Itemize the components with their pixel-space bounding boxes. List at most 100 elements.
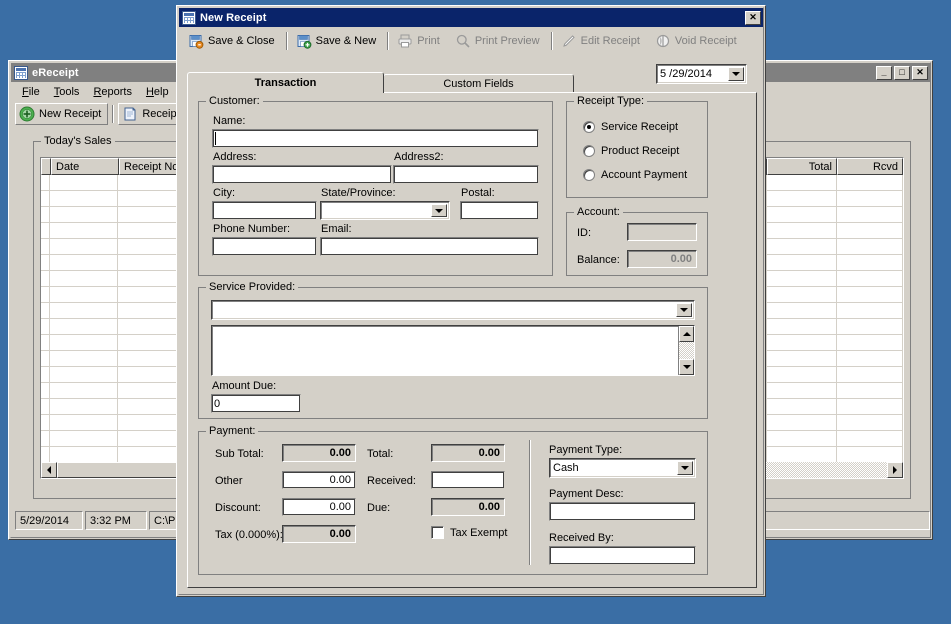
customer-group: Customer: Name: Address: Address2: City:… (198, 95, 553, 276)
menu-tools[interactable]: Tools (47, 84, 87, 100)
text-caret (215, 132, 216, 145)
phone-label: Phone Number: (213, 223, 291, 235)
tab-transaction[interactable]: Transaction (187, 72, 384, 93)
save-new-button[interactable]: Save & New (292, 30, 384, 52)
menu-help[interactable]: Help (139, 84, 176, 100)
grid-col-corner (41, 158, 51, 175)
payment-type-select[interactable]: Cash (549, 458, 696, 478)
grid-icon (14, 65, 28, 80)
new-receipt-dialog[interactable]: New Receipt ✕ Save & Close Save & New Pr… (176, 5, 766, 597)
radio-service-receipt[interactable]: Service Receipt (583, 121, 678, 133)
scroll-right-button[interactable] (887, 462, 903, 478)
address-input[interactable] (212, 165, 392, 184)
account-group: Account: ID: Balance: 0.00 (566, 206, 708, 276)
customer-group-title: Customer: (206, 95, 263, 107)
tab-custom-fields[interactable]: Custom Fields (383, 74, 574, 93)
radio-account-payment-label: Account Payment (601, 169, 688, 181)
city-input[interactable] (212, 201, 317, 220)
tax-value-box: 0.00 (282, 525, 356, 543)
other-label: Other (215, 475, 243, 487)
due-value: 0.00 (478, 501, 500, 513)
green-plus-circle-icon (19, 106, 35, 122)
chevron-down-icon[interactable] (677, 461, 693, 475)
status-date: 5/29/2014 (15, 511, 83, 530)
tax-exempt-checkbox-row[interactable]: Tax Exempt (431, 526, 507, 539)
radio-product-receipt[interactable]: Product Receipt (583, 145, 679, 157)
scroll-down-button[interactable] (679, 359, 694, 375)
radio-product-receipt-label: Product Receipt (601, 145, 680, 157)
discount-input[interactable]: 0.00 (282, 498, 356, 516)
minimize-button[interactable]: _ (876, 65, 892, 80)
account-id-label: ID: (577, 227, 592, 239)
receipt-type-group: Receipt Type: Service Receipt Product Re… (566, 95, 708, 198)
phone-input[interactable] (212, 237, 317, 256)
due-label: Due: (367, 502, 391, 514)
received-input[interactable] (431, 471, 505, 489)
radio-service-receipt-label: Service Receipt (601, 121, 679, 133)
payment-divider (529, 440, 531, 565)
received-by-label: Received By: (549, 532, 614, 544)
payment-desc-label: Payment Desc: (549, 488, 624, 500)
amount-due-input[interactable]: 0 (211, 394, 301, 413)
radio-button-icon[interactable] (583, 121, 595, 133)
save-close-button[interactable]: Save & Close (184, 30, 282, 52)
tax-exempt-checkbox[interactable] (431, 526, 444, 539)
state-select[interactable] (320, 201, 450, 220)
menu-reports[interactable]: Reports (86, 84, 139, 100)
tab-transaction-label: Transaction (254, 77, 317, 89)
radio-button-icon[interactable] (583, 169, 595, 181)
scroll-left-button[interactable] (41, 462, 57, 478)
received-by-input[interactable] (549, 546, 696, 565)
service-description-textarea[interactable] (211, 325, 695, 376)
sub-total-value-box: 0.00 (282, 444, 356, 462)
radio-button-icon[interactable] (583, 145, 595, 157)
grid-col-total[interactable]: Total (767, 158, 837, 175)
city-label: City: (213, 187, 235, 199)
payment-type-value: Cash (553, 462, 579, 474)
total-label: Total: (367, 448, 394, 460)
other-input[interactable]: 0.00 (282, 471, 356, 489)
payment-group: Payment: Sub Total: 0.00 Other 0.00 Disc… (198, 425, 708, 575)
edit-receipt-button[interactable]: Edit Receipt (557, 30, 647, 52)
dialog-titlebar[interactable]: New Receipt ✕ (179, 8, 763, 27)
printer-icon (398, 34, 412, 48)
service-provided-title: Service Provided: (206, 281, 299, 293)
edit-receipt-label: Edit Receipt (580, 35, 640, 47)
service-description-value[interactable] (212, 326, 678, 375)
chevron-down-icon[interactable] (676, 303, 692, 317)
dialog-close-button[interactable]: ✕ (745, 10, 761, 25)
toolbar-separator (112, 105, 115, 123)
maximize-button[interactable]: □ (894, 65, 910, 80)
new-receipt-label: New Receipt (39, 108, 102, 120)
grid-col-date[interactable]: Date (51, 158, 119, 175)
payment-group-title: Payment: (206, 425, 259, 437)
postal-input[interactable] (460, 201, 539, 220)
radio-account-payment[interactable]: Account Payment (583, 169, 687, 181)
menu-file[interactable]: FFileile (15, 84, 47, 100)
tax-value: 0.00 (329, 528, 351, 540)
print-preview-button[interactable]: Print Preview (451, 30, 547, 52)
scroll-up-button[interactable] (679, 326, 694, 342)
email-input[interactable] (320, 237, 539, 256)
close-button[interactable]: ✕ (912, 65, 928, 80)
postal-label: Postal: (461, 187, 495, 199)
sub-total-value: 0.00 (329, 447, 351, 459)
name-label: Name: (213, 115, 246, 127)
new-receipt-button[interactable]: New Receipt (15, 103, 109, 125)
description-vscrollbar[interactable] (678, 326, 694, 375)
payment-desc-input[interactable] (549, 502, 696, 521)
print-preview-label: Print Preview (474, 35, 540, 47)
name-input[interactable] (212, 129, 539, 148)
dialog-tabstrip[interactable]: Transaction Custom Fields (187, 72, 757, 93)
void-receipt-button[interactable]: Void Receipt (651, 30, 744, 52)
save-new-label: Save & New (315, 35, 377, 47)
service-select[interactable] (211, 300, 695, 320)
todays-sales-title: Today's Sales (41, 135, 115, 147)
dialog-toolbar[interactable]: Save & Close Save & New Print Print Prev… (179, 27, 763, 55)
print-button[interactable]: Print (393, 30, 447, 52)
total-value-box: 0.00 (431, 444, 505, 462)
address2-input[interactable] (393, 165, 539, 184)
chevron-down-icon[interactable] (431, 204, 447, 217)
tab-custom-fields-label: Custom Fields (443, 78, 514, 90)
grid-col-rcvd[interactable]: Rcvd (837, 158, 903, 175)
